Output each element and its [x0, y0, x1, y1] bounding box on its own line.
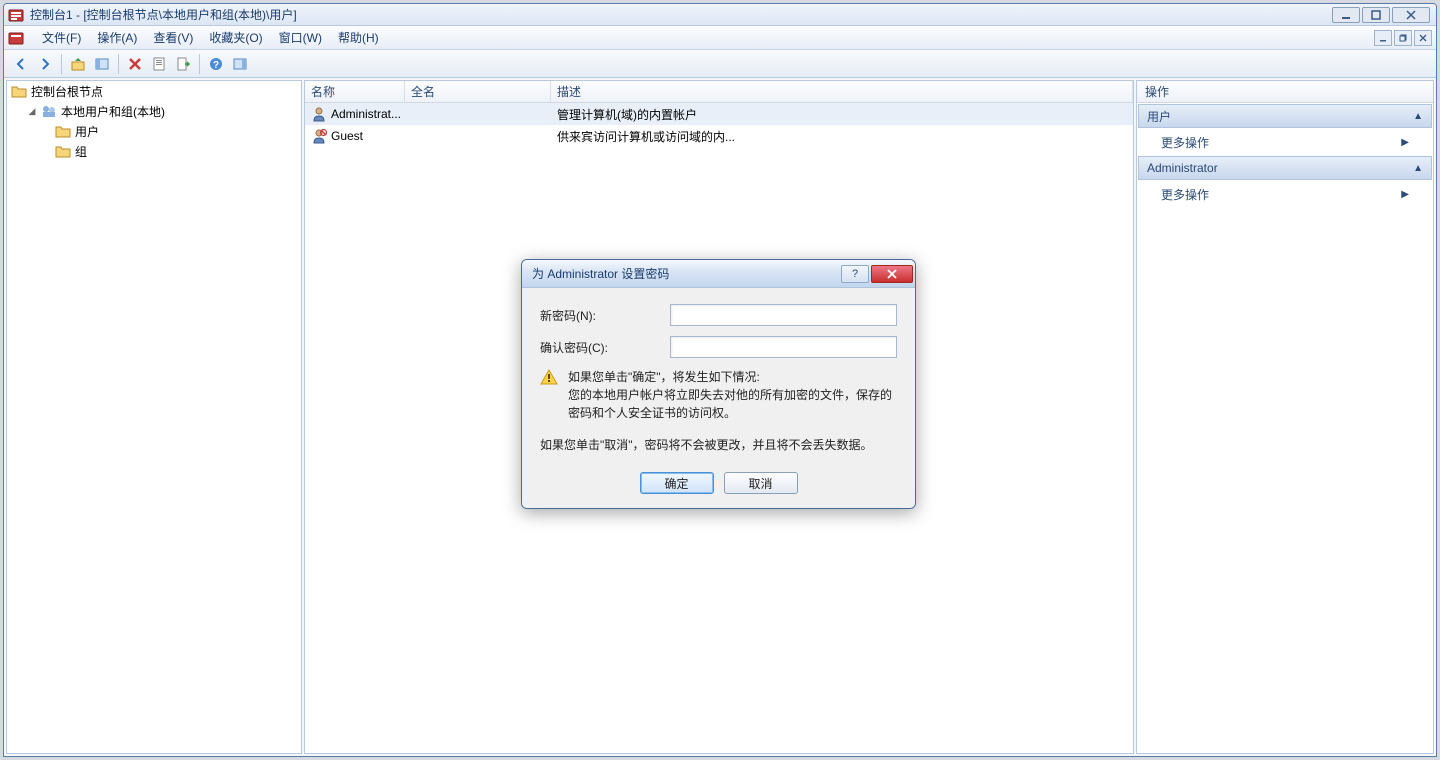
menu-action[interactable]: 操作(A)	[89, 26, 145, 49]
chevron-right-icon: ▶	[1401, 189, 1409, 200]
user-icon	[311, 106, 327, 122]
col-desc[interactable]: 描述	[551, 81, 1133, 102]
chevron-right-icon: ▶	[1401, 137, 1409, 148]
separator	[118, 54, 119, 74]
actions-header: 操作	[1137, 81, 1433, 103]
mdi-restore-button[interactable]	[1394, 30, 1412, 46]
tree-node-label: 本地用户和组(本地)	[61, 103, 165, 120]
new-password-label: 新密码(N):	[540, 307, 670, 324]
forward-button[interactable]	[34, 53, 56, 75]
maximize-button[interactable]	[1362, 7, 1390, 23]
cancel-button[interactable]: 取消	[724, 472, 798, 494]
ok-button[interactable]: 确定	[640, 472, 714, 494]
confirm-password-label: 确认密码(C):	[540, 339, 670, 356]
user-disabled-icon	[311, 128, 327, 144]
dialog-help-button[interactable]: ?	[841, 265, 869, 283]
tree-panel[interactable]: 控制台根节点 ◢ 本地用户和组(本地) 用户 组	[6, 80, 302, 754]
dialog-buttons: 确定 取消	[540, 472, 897, 494]
col-name[interactable]: 名称	[305, 81, 405, 102]
tree-node-label: 控制台根节点	[31, 83, 103, 100]
menu-favorites[interactable]: 收藏夹(O)	[201, 26, 270, 49]
actions-panel: 操作 用户 ▲ 更多操作 ▶ Administrator ▲ 更多操作 ▶	[1136, 80, 1434, 754]
set-password-dialog: 为 Administrator 设置密码 ? 新密码(N): 确认密码(C): …	[521, 259, 916, 509]
separator	[199, 54, 200, 74]
menubar: 文件(F) 操作(A) 查看(V) 收藏夹(O) 窗口(W) 帮助(H)	[4, 26, 1436, 50]
item-label: 更多操作	[1161, 134, 1209, 151]
warning-icon	[540, 368, 558, 386]
cell-desc: 供来宾访问计算机或访问域的内...	[557, 128, 735, 145]
list-header: 名称 全名 描述	[305, 81, 1133, 103]
section-label: 用户	[1147, 108, 1171, 125]
actions-section-users[interactable]: 用户 ▲	[1138, 104, 1432, 128]
col-fullname[interactable]: 全名	[405, 81, 551, 102]
warning-detail: 您的本地用户帐户将立即失去对他的所有加密的文件，保存的密码和个人安全证书的访问权…	[568, 386, 897, 422]
folder-icon	[55, 124, 71, 138]
tree-groups-node[interactable]: 组	[7, 141, 301, 161]
action-pane-button[interactable]	[229, 53, 251, 75]
new-password-input[interactable]	[670, 304, 897, 326]
export-button[interactable]	[172, 53, 194, 75]
actions-more-admin[interactable]: 更多操作 ▶	[1137, 181, 1433, 207]
users-group-icon	[41, 104, 57, 118]
dialog-close-button[interactable]	[871, 265, 913, 283]
mmc-app-icon	[8, 7, 24, 23]
item-label: 更多操作	[1161, 186, 1209, 203]
cell-desc: 管理计算机(域)的内置帐户	[557, 106, 697, 123]
collapse-icon: ▲	[1413, 163, 1423, 174]
mmc-doc-icon	[8, 30, 24, 46]
menu-window[interactable]: 窗口(W)	[271, 26, 330, 49]
warning-heading: 如果您单击"确定"，将发生如下情况:	[568, 368, 897, 386]
svg-text:?: ?	[213, 60, 219, 71]
mdi-buttons	[1374, 30, 1432, 46]
separator	[61, 54, 62, 74]
cell-name: Administrat...	[331, 107, 401, 121]
show-hide-tree-button[interactable]	[91, 53, 113, 75]
window-title: 控制台1 - [控制台根节点\本地用户和组(本地)\用户]	[30, 6, 1332, 23]
window-buttons	[1332, 7, 1430, 23]
section-label: Administrator	[1147, 161, 1218, 175]
collapse-icon[interactable]: ◢	[27, 106, 37, 116]
help-button[interactable]: ?	[205, 53, 227, 75]
cancel-info: 如果您单击"取消"，密码将不会被更改，并且将不会丢失数据。	[540, 436, 897, 454]
dialog-title: 为 Administrator 设置密码	[532, 265, 841, 282]
up-folder-button[interactable]	[67, 53, 89, 75]
folder-icon	[11, 84, 27, 98]
close-button[interactable]	[1392, 7, 1430, 23]
delete-button[interactable]	[124, 53, 146, 75]
dialog-body: 新密码(N): 确认密码(C): 如果您单击"确定"，将发生如下情况: 您的本地…	[522, 288, 915, 508]
properties-button[interactable]	[148, 53, 170, 75]
list-row-guest[interactable]: Guest 供来宾访问计算机或访问域的内...	[305, 125, 1133, 147]
tree-local-users-groups[interactable]: ◢ 本地用户和组(本地)	[7, 101, 301, 121]
collapse-icon: ▲	[1413, 111, 1423, 122]
cell-name: Guest	[331, 129, 363, 143]
list-row-administrator[interactable]: Administrat... 管理计算机(域)的内置帐户	[305, 103, 1133, 125]
tree-node-label: 用户	[75, 123, 99, 140]
tree-users-node[interactable]: 用户	[7, 121, 301, 141]
titlebar: 控制台1 - [控制台根节点\本地用户和组(本地)\用户]	[4, 4, 1436, 26]
mdi-minimize-button[interactable]	[1374, 30, 1392, 46]
back-button[interactable]	[10, 53, 32, 75]
toolbar: ?	[4, 50, 1436, 78]
mdi-close-button[interactable]	[1414, 30, 1432, 46]
actions-section-administrator[interactable]: Administrator ▲	[1138, 156, 1432, 180]
folder-icon	[55, 144, 71, 158]
menu-help[interactable]: 帮助(H)	[330, 26, 387, 49]
dialog-titlebar[interactable]: 为 Administrator 设置密码 ?	[522, 260, 915, 288]
confirm-password-input[interactable]	[670, 336, 897, 358]
menu-file[interactable]: 文件(F)	[34, 26, 89, 49]
minimize-button[interactable]	[1332, 7, 1360, 23]
menu-view[interactable]: 查看(V)	[145, 26, 201, 49]
actions-more-users[interactable]: 更多操作 ▶	[1137, 129, 1433, 155]
tree-node-label: 组	[75, 143, 87, 160]
tree-root-node[interactable]: 控制台根节点	[7, 81, 301, 101]
